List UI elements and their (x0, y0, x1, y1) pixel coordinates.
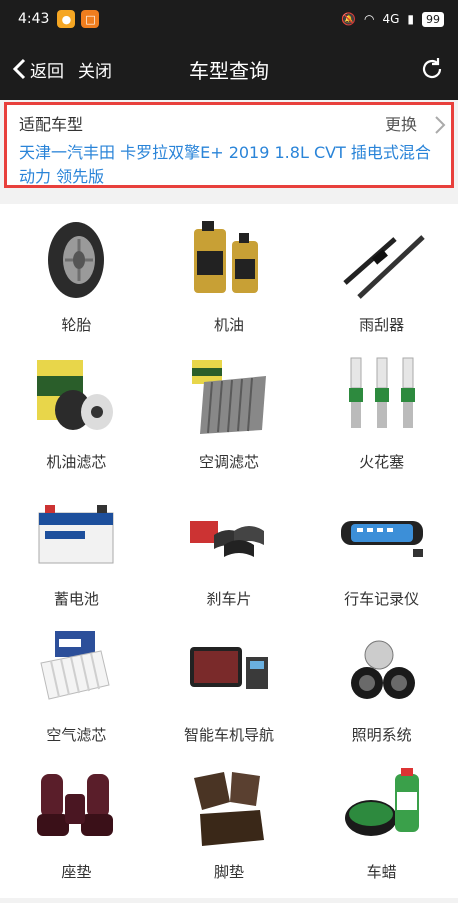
status-time: 4:43 (18, 11, 50, 27)
category-label: 机油 (213, 316, 244, 334)
mute-icon: 🔕 (341, 12, 356, 26)
change-model-button[interactable]: 更换 (385, 111, 417, 135)
wifi-icon: ◠ (363, 12, 375, 26)
category-item[interactable]: 火花塞 (305, 351, 458, 484)
category-item[interactable]: 座垫 (0, 761, 153, 894)
category-item[interactable]: 刹车片 (153, 488, 306, 621)
back-label: 返回 (30, 61, 64, 82)
chevron-left-icon (12, 58, 26, 80)
category-item[interactable]: 蓄电池 (0, 488, 153, 621)
engine-oil-icon (193, 221, 258, 293)
category-grid: 轮胎 机油 雨刮器 机油滤芯 空调滤芯 火花塞 蓄电池 刹车片 行车记录仪 空气… (0, 204, 458, 898)
headlight-icon (350, 640, 415, 700)
ac-filter-icon (191, 359, 266, 434)
chat-notification-icon: ● (57, 10, 76, 28)
vehicle-model-name: 天津一汽丰田 卡罗拉双擎E+ 2019 1.8L CVT 插电式混合动力 领先版 (19, 143, 431, 186)
air-filter-icon (40, 631, 110, 700)
wiper-icon (343, 235, 425, 299)
category-label: 机油滤芯 (46, 452, 107, 471)
tire-icon (48, 222, 105, 298)
brake-pad-icon (189, 520, 264, 557)
navigation-unit-icon (189, 647, 268, 690)
category-item[interactable]: 雨刮器 (305, 214, 458, 347)
model-heading: 适配车型 (19, 115, 84, 134)
category-item[interactable]: 机油 (153, 214, 306, 347)
network-type: 4G (382, 12, 400, 26)
category-item[interactable]: 智能车机导航 (153, 624, 306, 757)
dashcam-icon (340, 520, 423, 557)
refresh-icon (422, 58, 442, 79)
vehicle-model-panel[interactable]: 适配车型 更换 天津一汽丰田 卡罗拉双擎E+ 2019 1.8L CVT 插电式… (4, 102, 454, 188)
category-item[interactable]: 空气滤芯 (0, 624, 153, 757)
category-label: 行车记录仪 (344, 589, 420, 608)
section-divider (0, 188, 458, 204)
status-bar: 4:43 ● □ 🔕 ◠ 4G ▮ 99 (0, 0, 458, 38)
category-label: 照明系统 (351, 726, 412, 745)
app-notification-icon: □ (81, 10, 100, 28)
category-label: 蓄电池 (53, 589, 99, 608)
battery-level: 99 (422, 11, 444, 27)
category-item[interactable]: 照明系统 (305, 624, 458, 757)
floor-mat-icon (193, 772, 264, 847)
chevron-right-icon (435, 116, 446, 134)
category-item[interactable]: 行车记录仪 (305, 488, 458, 621)
signal-icon: ▮ (407, 12, 414, 26)
car-wax-icon (344, 768, 419, 837)
category-item[interactable]: 机油滤芯 (0, 351, 153, 484)
category-label: 雨刮器 (359, 316, 405, 334)
category-item[interactable]: 车蜡 (305, 761, 458, 894)
page-title: 车型查询 (189, 58, 269, 83)
seat-cushion-icon (37, 774, 114, 837)
spark-plug-icon (348, 357, 415, 428)
category-item[interactable]: 脚垫 (153, 761, 306, 894)
category-label: 空调滤芯 (198, 452, 259, 471)
category-label: 空气滤芯 (46, 726, 107, 745)
category-item[interactable]: 空调滤芯 (153, 351, 306, 484)
category-label: 智能车机导航 (183, 726, 274, 745)
nav-bar: 返回 关闭 车型查询 (0, 38, 458, 100)
battery-icon (38, 504, 114, 564)
refresh-button[interactable] (418, 55, 446, 83)
category-label: 刹车片 (206, 589, 252, 608)
category-item[interactable]: 轮胎 (0, 214, 153, 347)
category-label: 车蜡 (366, 863, 397, 882)
back-button[interactable]: 返回 (12, 57, 64, 82)
oil-filter-icon (37, 359, 114, 430)
close-button[interactable]: 关闭 (78, 57, 112, 82)
category-label: 火花塞 (359, 452, 405, 471)
category-label: 轮胎 (61, 316, 92, 334)
category-label: 脚垫 (213, 863, 244, 882)
category-label: 座垫 (61, 863, 92, 882)
